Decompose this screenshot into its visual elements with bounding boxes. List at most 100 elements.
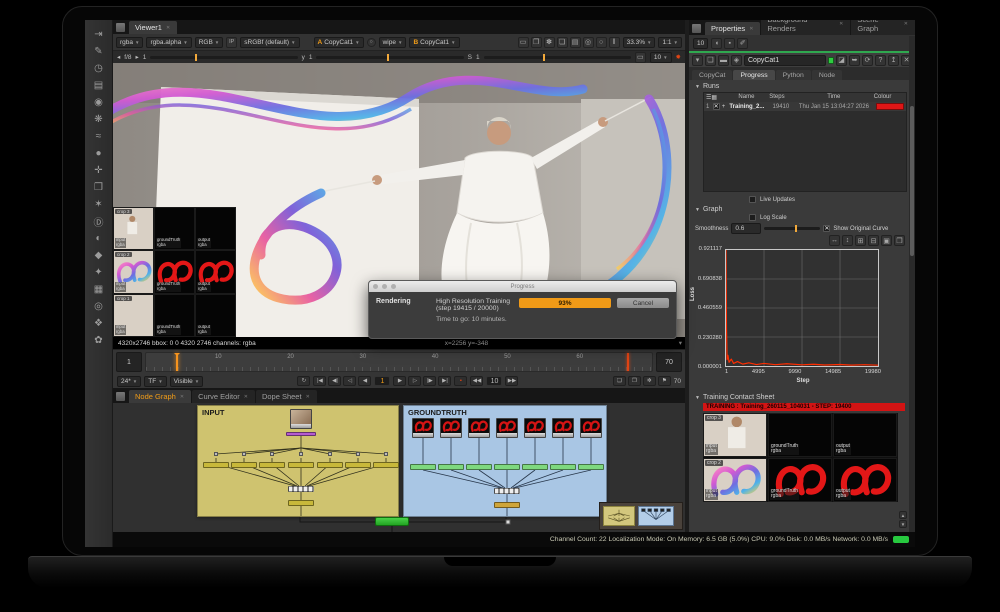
gain-value[interactable]: 1 [143,54,147,61]
crop-node[interactable] [410,464,436,470]
edit-icon[interactable]: ✐ [737,38,748,49]
viewer-process-dropdown[interactable]: sRGBf (default)▼ [240,37,299,48]
prev-keyframe-button[interactable]: ◀| [328,376,341,386]
contact-sheet-section-header[interactable]: ▼Training Contact Sheet [689,391,915,402]
appendclip-node[interactable] [494,488,520,494]
run-expand-icon[interactable]: + [722,104,728,110]
frame-inc-button[interactable]: ▶▶ [505,376,518,386]
run-visible-checkbox[interactable]: ✕ [713,103,720,110]
backdrop-input[interactable]: INPUT [197,405,399,517]
loss-plot-area[interactable] [725,249,879,367]
crop-node[interactable] [231,462,257,468]
node-graph-canvas[interactable]: INPUT [113,403,685,532]
tab-scene-graph[interactable]: Scene Graph✕ [851,20,915,35]
node-graph-minimap[interactable] [599,502,683,530]
gamma-slider[interactable] [316,56,463,59]
log-scale-checkbox[interactable] [749,214,756,221]
tab-curve-editor[interactable]: Curve Editor✕ [192,390,255,403]
crop-node[interactable] [494,464,520,470]
dot-node[interactable] [328,452,332,456]
b-input-dropdown[interactable]: BCopyCat1▼ [409,37,459,48]
metadata-icon[interactable]: ◆ [91,247,107,263]
wipe-mode-dropdown[interactable]: wipe▼ [379,37,407,48]
play-mode-button[interactable]: ↻ [297,376,310,386]
pause-icon[interactable]: ‖ [609,37,620,48]
appendclip-node[interactable] [288,486,314,492]
smoothness-slider[interactable] [764,227,820,230]
draw-icon[interactable]: ✎ [91,43,107,59]
crop-node[interactable] [345,462,371,468]
gamma-value[interactable]: 1 [309,54,313,61]
crop-node[interactable] [438,464,464,470]
backdrop-groundtruth[interactable]: GROUNDTRUTH [403,405,607,517]
zoom-out-icon[interactable]: ⊟ [868,235,879,246]
run-row[interactable]: 1 ✕ + Training_2... 19410 Thu Jan 15 13:… [704,102,906,111]
frame-step-field[interactable]: 10 [486,376,502,386]
step-forward-button[interactable]: ▷ [408,376,421,386]
read-node[interactable] [412,418,434,438]
tab-progress[interactable]: Progress [733,70,774,80]
focus-icon[interactable]: ◖ [711,38,722,49]
render-range-icon[interactable]: ❐ [628,376,641,386]
goto-end-button[interactable]: ▶| [438,376,451,386]
range-end-field[interactable]: 70 [656,352,682,372]
display-channels-dropdown[interactable]: RGB▼ [195,37,224,48]
layer-dropdown[interactable]: rgba▼ [116,37,143,48]
zoom-in-icon[interactable]: ⊞ [855,235,866,246]
crop-node[interactable] [550,464,576,470]
cs-cell-groundtruth[interactable]: groundTruthrgba [768,458,832,502]
read-node[interactable] [496,418,518,438]
fit-icon[interactable]: ▣ [881,235,892,246]
frame-range-source-dropdown[interactable]: Visible▼ [170,376,204,387]
color-swatch-icon[interactable]: ◈ [731,55,742,66]
time-icon[interactable]: ◷ [91,60,107,76]
dot-node[interactable] [214,452,218,456]
sync-icon[interactable]: ⟳ [862,55,873,66]
runs-section-header[interactable]: ▼Runs [689,80,915,91]
plugins-icon[interactable]: ❖ [91,315,107,331]
next-keyframe-button[interactable]: |▶ [423,376,436,386]
tab-properties[interactable]: Properties✕ [705,22,760,35]
undock-icon[interactable]: ↥ [888,55,899,66]
image-icon[interactable]: ⇥ [91,26,107,42]
transform-icon[interactable]: ✛ [91,162,107,178]
tab-python[interactable]: Python [776,70,811,80]
frame-icon[interactable]: ❒ [894,235,905,246]
full-frame-icon[interactable]: ▭ [518,37,529,48]
dot-node[interactable] [270,452,274,456]
read-node[interactable] [552,418,574,438]
cs-cell-output[interactable]: outputrgba [833,413,897,457]
max-panels-field[interactable]: 10 [693,38,708,49]
smoothness-field[interactable]: 0.6 [731,223,761,234]
pane-menu-icon[interactable] [116,392,125,401]
node-name-field[interactable]: CopyCat1 [744,55,826,66]
bookmark-flag-icon[interactable]: ⚑ [658,376,671,386]
filter-icon[interactable]: ❋ [91,111,107,127]
downrez-dropdown[interactable]: 10▼ [650,52,672,63]
hide-controls-icon[interactable]: ▾ [692,55,703,66]
mask-icon[interactable]: ◪ [836,55,847,66]
3d-icon[interactable]: ❒ [91,179,107,195]
postage-node[interactable] [288,500,314,506]
cancel-button[interactable]: Cancel [617,298,669,308]
sat-value[interactable]: 1 [476,54,480,61]
keyer-icon[interactable]: ≈ [91,128,107,144]
fps-dropdown[interactable]: 24*▼ [117,376,141,387]
minimize-icon[interactable]: ▬ [718,55,729,66]
crop-node[interactable] [578,464,604,470]
shuffle-node[interactable] [286,432,316,436]
tab-node[interactable]: Node [812,70,842,80]
graph-section-header[interactable]: ▼Graph [689,203,915,214]
stop-button[interactable]: ▪ [454,376,467,386]
read-node[interactable] [468,418,490,438]
lock-range-icon[interactable]: ✼ [643,376,656,386]
current-frame-field[interactable]: 1 [374,376,390,386]
merge-icon[interactable]: ● [91,145,107,161]
close-tab-icon[interactable]: ✕ [166,25,170,31]
color-icon[interactable]: ◉ [91,94,107,110]
alpha-layer-dropdown[interactable]: rgba.alpha▼ [146,37,191,48]
read-node[interactable] [440,418,462,438]
tab-copycat[interactable]: CopyCat [692,70,732,80]
cs-cell-input[interactable]: crop 3 inputrgba [703,413,767,457]
pane-menu-icon[interactable] [116,23,125,32]
